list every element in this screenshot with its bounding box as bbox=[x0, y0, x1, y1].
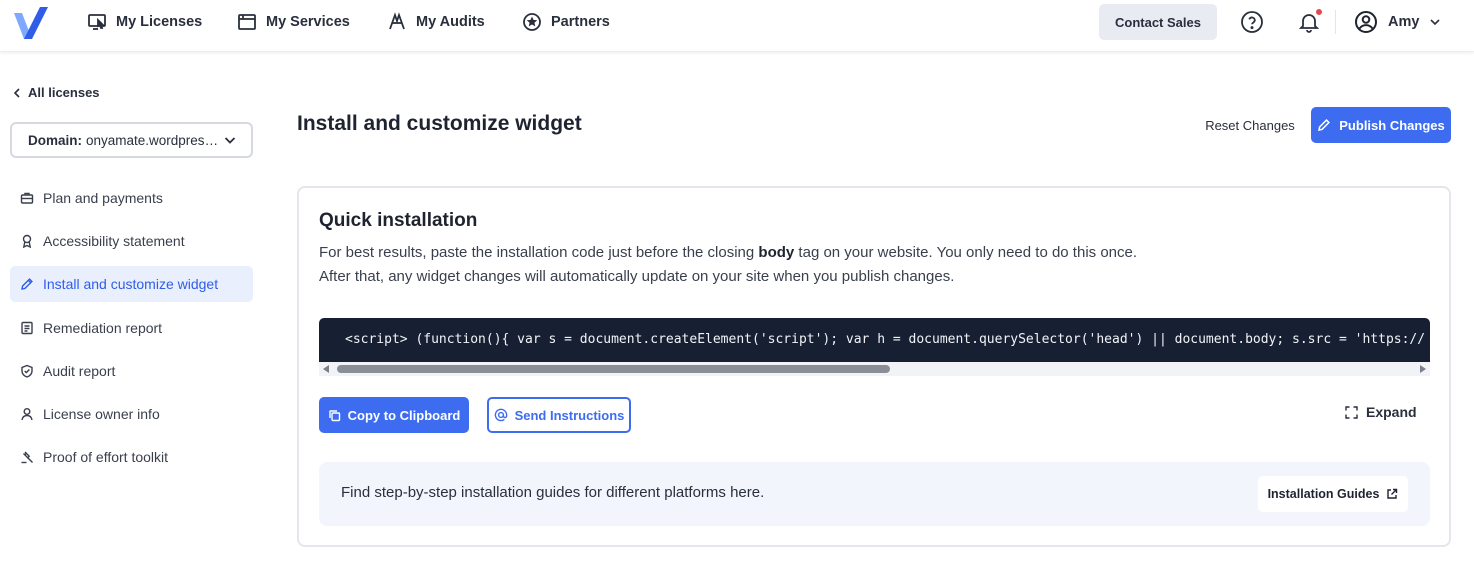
sidebar-item-label: Proof of effort toolkit bbox=[43, 449, 169, 465]
expand-button[interactable]: Expand bbox=[1345, 404, 1417, 420]
guide-text: Find step-by-step installation guides fo… bbox=[341, 484, 765, 501]
sidebar-item-label: Audit report bbox=[43, 363, 116, 379]
installation-guides-button[interactable]: Installation Guides bbox=[1258, 476, 1408, 512]
publish-changes-button[interactable]: Publish Changes bbox=[1311, 107, 1451, 143]
domain-select[interactable]: Domain: onyamate.wordpress.com bbox=[10, 122, 253, 158]
chevron-down-icon bbox=[224, 137, 236, 144]
copy-label: Copy to Clipboard bbox=[347, 407, 461, 423]
expand-icon bbox=[1345, 405, 1358, 419]
all-licenses-link[interactable]: All licenses bbox=[12, 85, 100, 100]
domain-label: Domain: bbox=[28, 132, 82, 148]
gavel-icon bbox=[21, 451, 33, 464]
sidebar-item-license-owner-info[interactable]: License owner info bbox=[10, 396, 253, 432]
nav-label: My Services bbox=[266, 14, 350, 30]
domain-value: onyamate.wordpress.com bbox=[86, 132, 223, 148]
sidebar-item-remediation-report[interactable]: Remediation report bbox=[10, 310, 253, 346]
question-circle-icon[interactable] bbox=[1240, 10, 1264, 34]
monitor-cursor-icon bbox=[88, 14, 106, 30]
copy-to-clipboard-button[interactable]: Copy to Clipboard bbox=[319, 397, 469, 433]
nav-partners[interactable]: Partners bbox=[522, 0, 610, 44]
pencil-icon bbox=[1318, 119, 1331, 131]
scroll-right-arrow-icon[interactable] bbox=[1420, 365, 1426, 373]
nav-my-services[interactable]: My Services bbox=[237, 0, 350, 44]
briefcase-icon bbox=[20, 192, 34, 204]
user-menu[interactable]: Amy bbox=[1354, 10, 1441, 34]
star-circle-icon bbox=[523, 13, 541, 31]
sidebar-item-plan-and-payments[interactable]: Plan and payments bbox=[10, 180, 253, 216]
nav-label: My Audits bbox=[416, 14, 485, 30]
sidebar-item-accessibility-statement[interactable]: Accessibility statement bbox=[10, 223, 253, 259]
nav-my-licenses[interactable]: My Licenses bbox=[87, 0, 202, 44]
top-navbar: My Licenses My Services My Audits Partne… bbox=[0, 0, 1474, 52]
card-description: For best results, paste the installation… bbox=[319, 241, 1419, 289]
reset-changes-button[interactable]: Reset Changes bbox=[1200, 108, 1300, 142]
sidebar-item-label: Plan and payments bbox=[43, 190, 163, 206]
sidebar-item-install-and-customize-widget[interactable]: Install and customize widget bbox=[10, 266, 253, 302]
guide-button-label: Installation Guides bbox=[1267, 487, 1380, 501]
nav-label: Partners bbox=[551, 14, 610, 30]
user-name: Amy bbox=[1388, 14, 1420, 30]
scroll-left-arrow-icon[interactable] bbox=[323, 365, 329, 373]
sidebar-item-audit-report[interactable]: Audit report bbox=[10, 353, 253, 389]
sidebar-item-label: Install and customize widget bbox=[43, 276, 219, 292]
card-title: Quick installation bbox=[319, 210, 478, 231]
document-icon bbox=[21, 321, 33, 335]
send-label: Send Instructions bbox=[514, 407, 625, 423]
installation-guides-banner: Find step-by-step installation guides fo… bbox=[319, 462, 1430, 526]
copy-icon bbox=[328, 409, 340, 421]
chevron-down-icon bbox=[1430, 19, 1441, 26]
nav-my-audits[interactable]: My Audits bbox=[387, 0, 485, 44]
chevron-left-icon bbox=[13, 87, 20, 98]
sidebar-item-label: Accessibility statement bbox=[43, 233, 185, 249]
notification-badge bbox=[1314, 7, 1324, 17]
shield-check-icon bbox=[21, 364, 33, 378]
person-icon bbox=[21, 408, 33, 421]
desc-text: After that, any widget changes will auto… bbox=[319, 268, 955, 285]
code-text: <script> (function(){ var s = document.c… bbox=[345, 332, 1426, 347]
send-instructions-button[interactable]: Send Instructions bbox=[487, 397, 631, 433]
scroll-thumb[interactable] bbox=[337, 365, 890, 373]
expand-label: Expand bbox=[1366, 404, 1417, 420]
desc-text: For best results, paste the installation… bbox=[319, 244, 759, 261]
page-title: Install and customize widget bbox=[297, 112, 582, 135]
window-icon bbox=[238, 14, 256, 30]
sidebar-item-proof-of-effort-toolkit[interactable]: Proof of effort toolkit bbox=[10, 439, 253, 475]
audit-compass-icon bbox=[389, 12, 405, 30]
quick-installation-card: Quick installation For best results, pas… bbox=[297, 186, 1451, 547]
desc-text: tag on your website. You only need to do… bbox=[794, 244, 1138, 261]
sidebar-item-label: License owner info bbox=[43, 406, 160, 422]
desc-bold: body bbox=[758, 244, 795, 261]
nav-label: My Licenses bbox=[116, 14, 203, 30]
user-circle-icon bbox=[1355, 11, 1377, 33]
pencil-icon bbox=[21, 278, 33, 290]
back-label: All licenses bbox=[28, 85, 100, 100]
publish-label: Publish Changes bbox=[1339, 117, 1445, 133]
contact-sales-button[interactable]: Contact Sales bbox=[1099, 4, 1217, 40]
external-link-icon bbox=[1387, 488, 1398, 499]
sidebar-item-label: Remediation report bbox=[43, 320, 163, 336]
award-icon bbox=[22, 234, 32, 248]
at-sign-icon bbox=[494, 408, 507, 422]
divider bbox=[1335, 10, 1336, 34]
checkmark-logo-icon[interactable] bbox=[12, 5, 50, 41]
horizontal-scrollbar[interactable] bbox=[319, 362, 1430, 376]
code-snippet[interactable]: <script> (function(){ var s = document.c… bbox=[319, 318, 1430, 362]
